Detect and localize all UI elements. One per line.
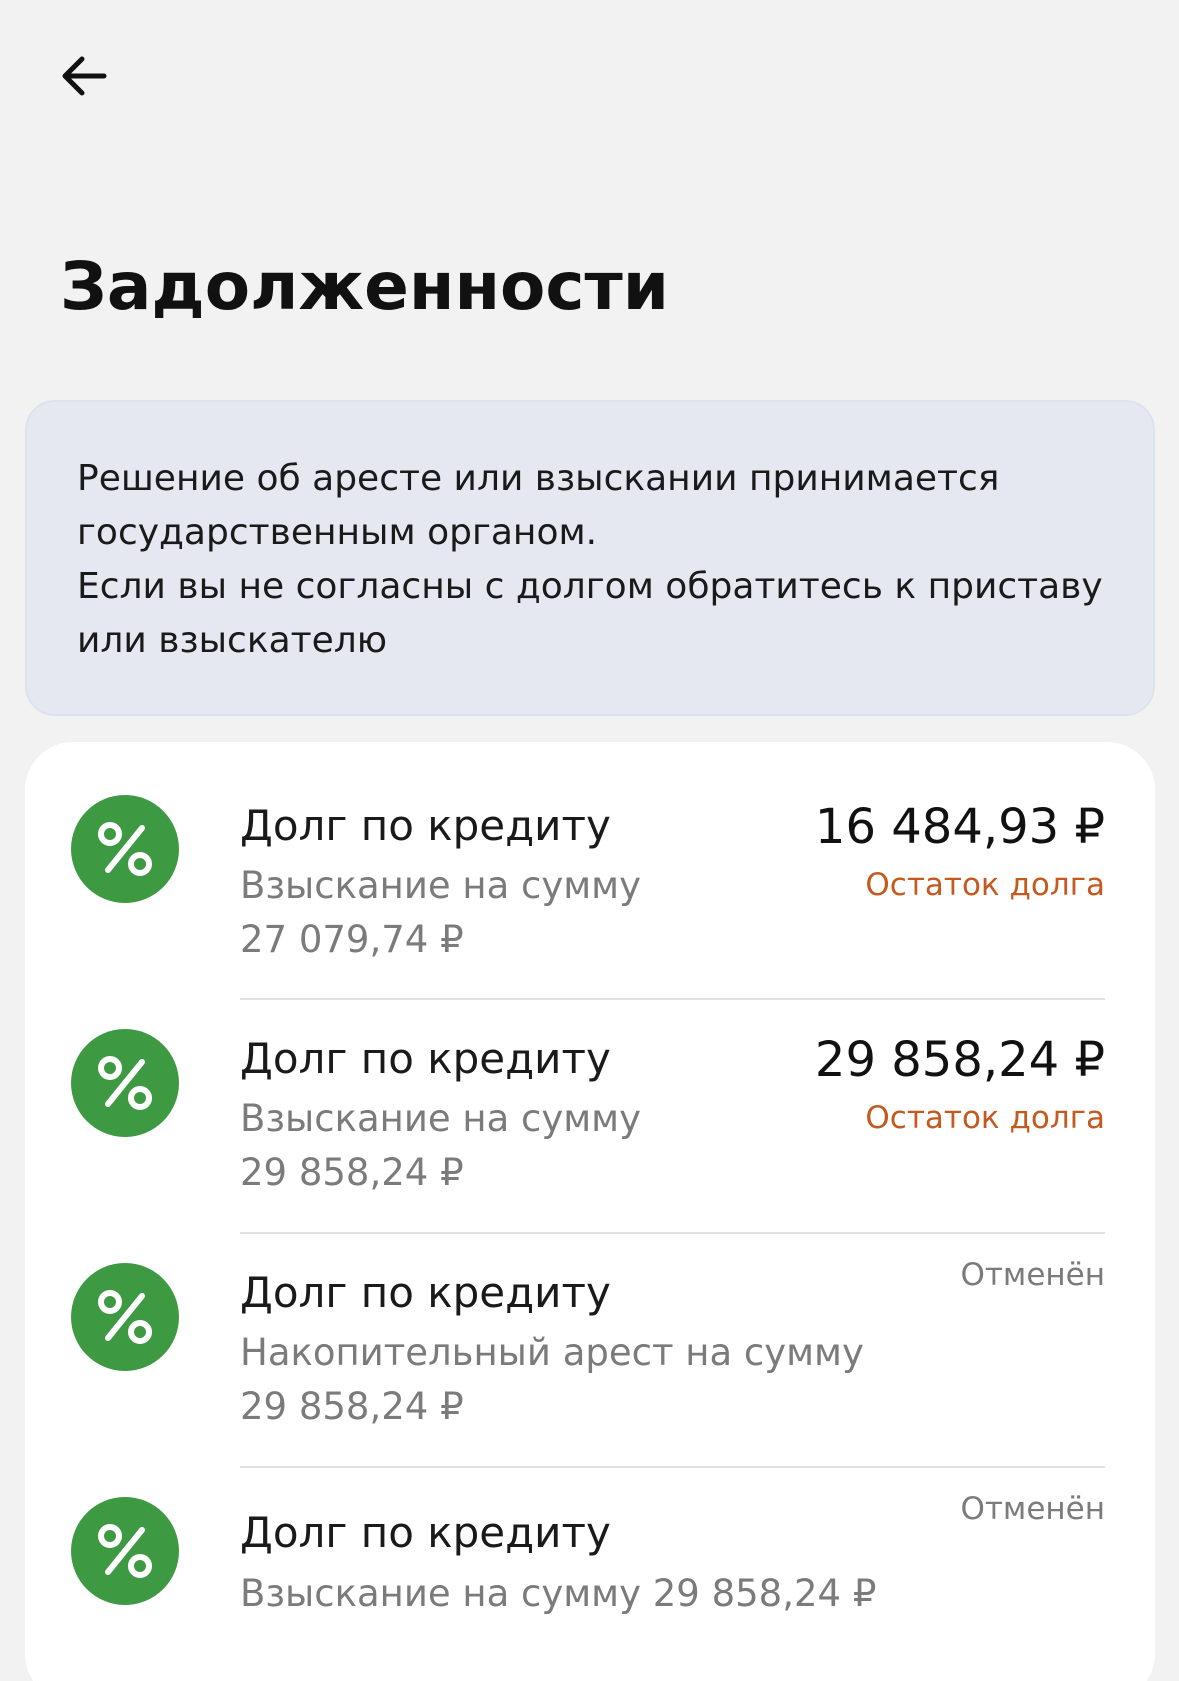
debt-item[interactable]: Долг по кредиту Взыскание на сумму 29 85…	[25, 1000, 1155, 1234]
debt-desc-line: Накопительный арест на сумму	[240, 1331, 864, 1374]
debt-desc-line: 29 858,24 ₽	[240, 1151, 464, 1194]
debt-item[interactable]: Долг по кредиту Накопительный арест на с…	[25, 1234, 1155, 1468]
debt-title: Долг по кредиту	[240, 1034, 611, 1083]
notice-line: или взыскателю	[77, 620, 388, 661]
percent-icon	[71, 1029, 179, 1137]
debt-status: Остаток долга	[865, 1100, 1105, 1136]
arrow-left-icon	[62, 56, 107, 96]
page-title: Задолженности	[60, 248, 670, 325]
back-button[interactable]	[52, 44, 116, 108]
debt-status: Остаток долга	[865, 867, 1105, 903]
notice-line: Решение об аресте или взыскании принимае…	[77, 458, 1000, 499]
debt-status: Отменён	[960, 1257, 1105, 1293]
percent-icon	[71, 1263, 179, 1371]
notice-line: государственным органом.	[77, 512, 598, 553]
debt-description: Взыскание на сумму 29 858,24 ₽	[240, 1567, 1140, 1621]
debt-status: Отменён	[960, 1491, 1105, 1527]
debts-list: Долг по кредиту Взыскание на сумму 27 07…	[25, 742, 1155, 1681]
debt-amount: 29 858,24 ₽	[814, 1032, 1105, 1088]
debts-screen: Задолженности Решение об аресте или взыс…	[0, 0, 1179, 1681]
debt-amount: 16 484,93 ₽	[814, 799, 1105, 855]
debt-desc-line: 27 079,74 ₽	[240, 918, 464, 961]
notice-text: Решение об аресте или взыскании принимае…	[77, 452, 1107, 668]
debt-description: Взыскание на сумму 27 079,74 ₽	[240, 859, 860, 967]
debt-title: Долг по кредиту	[240, 1508, 611, 1557]
debt-desc-line: Взыскание на сумму 29 858,24 ₽	[240, 1572, 877, 1615]
debt-item[interactable]: Долг по кредиту Взыскание на сумму 27 07…	[25, 742, 1155, 1000]
debt-description: Накопительный арест на сумму 29 858,24 ₽	[240, 1326, 1140, 1434]
debt-desc-line: Взыскание на сумму	[240, 864, 641, 907]
debt-description: Взыскание на сумму 29 858,24 ₽	[240, 1092, 860, 1200]
debt-desc-line: Взыскание на сумму	[240, 1097, 641, 1140]
debt-desc-line: 29 858,24 ₽	[240, 1385, 464, 1428]
info-notice: Решение об аресте или взыскании принимае…	[25, 400, 1155, 716]
debt-item[interactable]: Долг по кредиту Взыскание на сумму 29 85…	[25, 1468, 1155, 1681]
notice-line: Если вы не согласны с долгом обратитесь …	[77, 566, 1103, 607]
percent-icon	[71, 1497, 179, 1605]
debt-title: Долг по кредиту	[240, 1268, 611, 1317]
debt-title: Долг по кредиту	[240, 801, 611, 850]
percent-icon	[71, 795, 179, 903]
